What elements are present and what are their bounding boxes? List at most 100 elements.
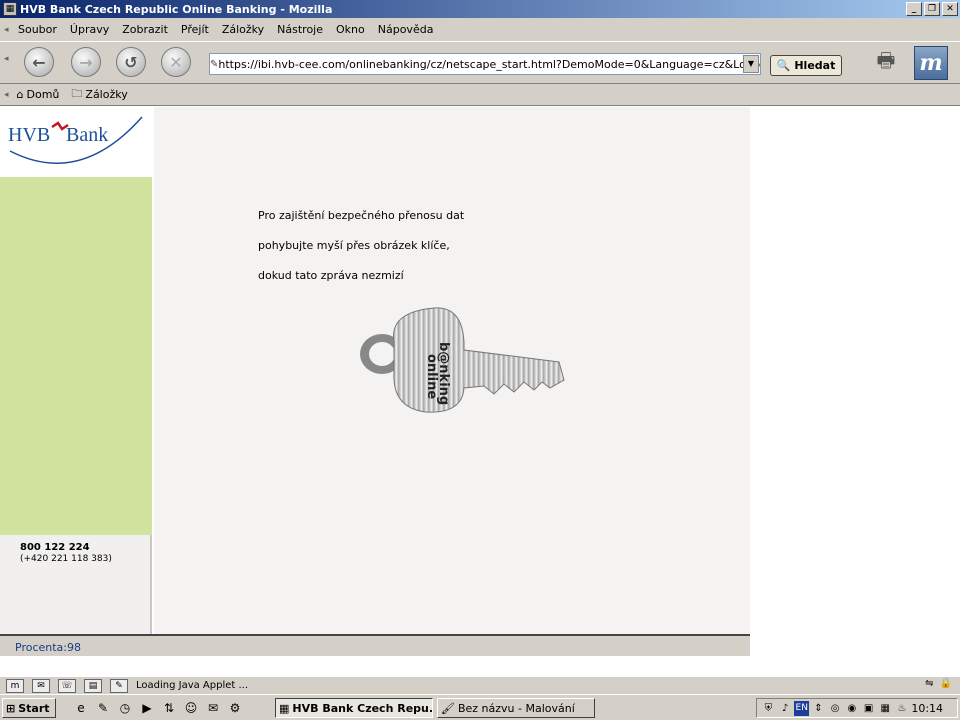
- windows-logo-icon: ⊞: [6, 701, 16, 715]
- addressbook-icon[interactable]: ✎: [110, 678, 128, 693]
- phone-contact: 800 122 224 (+420 221 118 383): [20, 542, 112, 564]
- start-label: Start: [18, 701, 50, 715]
- key-image[interactable]: online b@nking: [354, 302, 569, 422]
- window-title: HVB Bank Czech Republic Online Banking -…: [20, 2, 333, 16]
- message-line-3: dokud tato zpráva nezmizí: [258, 269, 404, 282]
- tray-icon-2[interactable]: ◉: [845, 701, 860, 716]
- menu-edit[interactable]: Úpravy: [70, 23, 109, 36]
- phone-alt: (+420 221 118 383): [20, 554, 112, 564]
- print-icon: 🖶: [876, 48, 896, 72]
- minimize-button[interactable]: _: [906, 2, 922, 16]
- blank-area: [0, 656, 960, 676]
- back-icon: ←: [32, 52, 46, 72]
- outlook-icon[interactable]: ✉: [204, 699, 222, 717]
- toolbar-grip-icon[interactable]: ◂: [4, 21, 12, 39]
- back-button[interactable]: ←: [24, 47, 54, 77]
- tray-icon-1[interactable]: ◎: [828, 701, 843, 716]
- reload-icon: ↺: [124, 52, 138, 72]
- search-icon: 🔍: [776, 59, 791, 72]
- arrows-icon[interactable]: ⇕: [811, 701, 826, 716]
- search-button[interactable]: 🔍 Hledat: [770, 55, 842, 76]
- clock[interactable]: 10:14: [911, 702, 943, 715]
- language-indicator[interactable]: EN: [794, 700, 810, 716]
- reload-button[interactable]: ↺: [116, 47, 146, 77]
- tray-icon-4[interactable]: ▦: [878, 701, 893, 716]
- windows-taskbar: ⊞ Start e ✎ ◷ ▶ ⇅ ☺ ✉ ⚙ ▦ HVB Bank Czech…: [0, 694, 960, 720]
- forward-button[interactable]: →: [71, 47, 101, 77]
- bookmarks-label: Záložky: [85, 88, 128, 101]
- quick-launch: e ✎ ◷ ▶ ⇅ ☺ ✉ ⚙: [72, 699, 244, 717]
- menu-tools[interactable]: Nástroje: [277, 23, 323, 36]
- logo-bank-text: Bank: [66, 124, 108, 146]
- media-player-icon[interactable]: ▶: [138, 699, 156, 717]
- clock-app-icon[interactable]: ◷: [116, 699, 134, 717]
- home-label: Domů: [26, 88, 60, 101]
- key-ring-hole: [369, 342, 395, 366]
- stop-icon: ✕: [169, 52, 183, 72]
- home-button[interactable]: ⌂ Domů: [17, 88, 60, 101]
- left-sidebar: HVB Bank 800 122 224 (+420 221 118 383): [0, 107, 152, 634]
- status-text: Loading Java Applet ...: [136, 680, 249, 691]
- chat-icon[interactable]: ☏: [58, 678, 76, 693]
- menu-help[interactable]: Nápověda: [378, 23, 434, 36]
- task-paint[interactable]: 🖌 Bez názvu - Malování: [437, 698, 595, 718]
- hvb-logo[interactable]: HVB Bank: [0, 107, 152, 177]
- folder-icon: 🗀: [71, 87, 83, 100]
- message-line-1: Pro zajištění bezpečného přenosu dat: [258, 209, 465, 222]
- mozilla-icon[interactable]: m: [6, 678, 24, 693]
- page-content: HVB Bank 800 122 224 (+420 221 118 383) …: [0, 107, 960, 634]
- network-icon[interactable]: ⇅: [160, 699, 178, 717]
- mozilla-throbber-icon[interactable]: m: [914, 46, 948, 80]
- edit-icon[interactable]: ✎: [94, 699, 112, 717]
- phone-main: 800 122 224: [20, 542, 90, 553]
- messenger-icon[interactable]: ☺: [182, 699, 200, 717]
- menu-bar: ◂ Soubor Úpravy Zobrazit Přejít Záložky …: [0, 18, 960, 42]
- toolbar-grip-icon[interactable]: ◂: [4, 90, 9, 100]
- tray-icon-5[interactable]: ♨: [895, 701, 910, 716]
- search-label: Hledat: [794, 59, 836, 72]
- sidebar-green-band: [0, 177, 152, 535]
- start-button[interactable]: ⊞ Start: [2, 698, 56, 718]
- browser-status-bar: m ✉ ☏ ▤ ✎ Loading Java Applet ... ⇋ 🔒: [0, 676, 960, 694]
- menu-bookmarks[interactable]: Záložky: [222, 23, 264, 36]
- shield-icon[interactable]: ⛨: [761, 701, 776, 716]
- system-tray: ⛨ ♪ EN ⇕ ◎ ◉ ▣ ▦ ♨ 10:14: [756, 698, 958, 718]
- url-field[interactable]: ✎ https://ibi.hvb-cee.com/onlinebanking/…: [209, 53, 761, 75]
- mail-icon[interactable]: ✉: [32, 678, 50, 693]
- task-paint-label: Bez názvu - Malování: [457, 701, 575, 715]
- ie-icon[interactable]: e: [72, 699, 90, 717]
- print-button[interactable]: 🖶: [866, 48, 906, 78]
- menu-window[interactable]: Okno: [336, 23, 365, 36]
- progress-percent-text: Procenta:98: [15, 641, 81, 654]
- security-lock-icon[interactable]: 🔒: [940, 678, 952, 689]
- online-status-icon[interactable]: ⇋: [925, 678, 933, 689]
- menu-go[interactable]: Přejít: [181, 23, 209, 36]
- tray-icon-3[interactable]: ▣: [861, 701, 876, 716]
- url-dropdown-button[interactable]: ▼: [743, 55, 759, 73]
- url-text: https://ibi.hvb-cee.com/onlinebanking/cz…: [218, 57, 761, 71]
- mozilla-app-icon[interactable]: ▦: [3, 2, 17, 16]
- menu-file[interactable]: Soubor: [18, 23, 57, 36]
- forward-icon: →: [79, 52, 93, 72]
- maximize-button[interactable]: ❐: [924, 2, 940, 16]
- message-line-2: pohybujte myší přes obrázek klíče,: [258, 239, 450, 252]
- task-mozilla-label: HVB Bank Czech Repu...: [292, 701, 433, 715]
- app-icon[interactable]: ⚙: [226, 699, 244, 717]
- window-titlebar[interactable]: ▦ HVB Bank Czech Republic Online Banking…: [0, 0, 960, 18]
- volume-icon[interactable]: ♪: [778, 701, 793, 716]
- paint-task-icon: 🖌: [441, 701, 455, 715]
- toolbar-grip-icon[interactable]: ◂: [4, 54, 9, 64]
- logo-hvb-text: HVB: [8, 124, 50, 146]
- applet-panel: Pro zajištění bezpečného přenosu dat poh…: [154, 107, 750, 634]
- stop-button[interactable]: ✕: [161, 47, 191, 77]
- bookmarks-button[interactable]: 🗀 Záložky: [71, 85, 127, 104]
- composer-icon[interactable]: ▤: [84, 678, 102, 693]
- page-proxy-icon[interactable]: ✎: [210, 59, 218, 70]
- hvb-logo-graphic: HVB Bank: [8, 116, 143, 164]
- key-body: [393, 307, 565, 413]
- navigation-toolbar: ◂ ← → ↺ ✕ ✎ https://ibi.hvb-cee.com/onli…: [0, 42, 960, 84]
- page-status-area: Procenta:98: [0, 634, 750, 656]
- menu-view[interactable]: Zobrazit: [122, 23, 168, 36]
- task-mozilla[interactable]: ▦ HVB Bank Czech Repu...: [275, 698, 433, 718]
- close-button[interactable]: ✕: [942, 2, 958, 16]
